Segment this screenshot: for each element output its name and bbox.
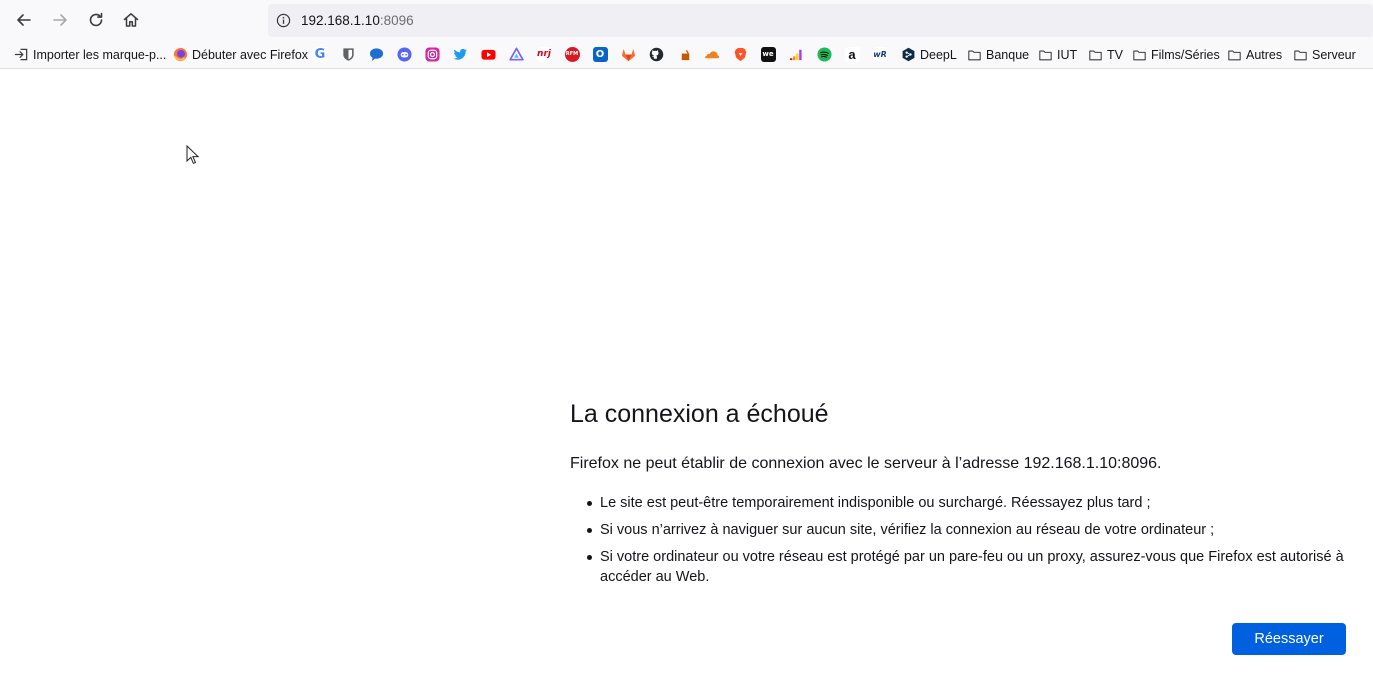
wordreference-icon: wR: [872, 47, 888, 63]
bookmark-gitlab[interactable]: [620, 45, 636, 64]
bookmark-amazon[interactable]: a: [844, 45, 860, 64]
reload-icon: [89, 12, 103, 27]
back-button[interactable]: [10, 6, 38, 34]
cloudflare-icon: [704, 47, 720, 63]
folder-icon: [1087, 47, 1103, 63]
bookmark-label: Banque: [986, 47, 1030, 62]
bookmark-debuter-firefox[interactable]: Débuter avec Firefox: [172, 45, 308, 64]
bookmark-label: TV: [1107, 47, 1123, 62]
bookmark-nrj[interactable]: nrj: [536, 45, 552, 64]
home-button[interactable]: [117, 6, 145, 34]
triangle-app-icon: [508, 47, 524, 63]
folder-icon: [1131, 47, 1147, 63]
reload-button[interactable]: [82, 6, 110, 34]
forward-button[interactable]: [46, 6, 74, 34]
bookmark-google[interactable]: G: [312, 45, 328, 64]
error-title: La connexion a échoué: [570, 400, 829, 428]
bookmark-label: DeepL: [920, 47, 957, 62]
youtube-icon: [480, 47, 496, 63]
folder-icon: [1226, 47, 1242, 63]
bookmark-label: IUT: [1057, 47, 1078, 62]
cup-icon: [677, 47, 693, 63]
bookmark-deepl[interactable]: DeepL: [900, 45, 957, 64]
rfm-icon: RFM: [564, 47, 580, 63]
wetransfer-icon: we: [760, 47, 776, 63]
mouse-cursor-icon: [186, 144, 200, 170]
bookmark-spotify[interactable]: [816, 45, 832, 64]
bookmark-discord[interactable]: [396, 45, 412, 64]
folder-icon: [1292, 47, 1308, 63]
url-port: :8096: [379, 13, 414, 28]
bookmark-folder-tv[interactable]: TV: [1087, 45, 1123, 64]
bookmark-folder-autres[interactable]: Autres: [1226, 45, 1282, 64]
bookmark-import[interactable]: Importer les marque-p...: [13, 45, 166, 64]
google-icon: G: [312, 47, 328, 63]
error-description: Firefox ne peut établir de connexion ave…: [570, 455, 1162, 472]
bookmark-youtube[interactable]: [480, 45, 496, 64]
twitter-icon: [452, 47, 468, 63]
bitwarden-icon: [340, 47, 356, 63]
home-icon: [123, 13, 139, 27]
bookmarks-toolbar: Importer les marque-p... Débuter avec Fi…: [0, 40, 1373, 69]
bookmark-wetransfer[interactable]: we: [760, 45, 776, 64]
folder-icon: [1037, 47, 1053, 63]
url-host: 192.168.1.10: [301, 13, 380, 28]
bookmark-label: Autres: [1246, 47, 1283, 62]
bookmark-chat[interactable]: [368, 45, 384, 64]
address-bar[interactable]: 192.168.1.10:8096: [268, 4, 1373, 37]
error-reasons-list: Le site est peut-être temporairement ind…: [570, 493, 1360, 594]
bookmark-deezer[interactable]: [788, 45, 804, 64]
import-icon: [13, 47, 29, 63]
deezer-icon: [788, 47, 804, 63]
retry-button[interactable]: Réessayer: [1232, 623, 1346, 655]
bookmark-outlook[interactable]: O: [592, 45, 608, 64]
brave-icon: [732, 47, 748, 63]
firefox-icon: [172, 47, 188, 63]
folder-icon: [966, 47, 982, 63]
discord-icon: [396, 47, 412, 63]
bookmark-brave[interactable]: [732, 45, 748, 64]
amazon-icon: a: [844, 47, 860, 63]
bookmark-folder-films-series[interactable]: Films/Séries: [1131, 45, 1220, 64]
info-icon[interactable]: [274, 11, 293, 30]
bookmark-bitwarden[interactable]: [340, 45, 356, 64]
bookmark-folder-serveur[interactable]: Serveur: [1292, 45, 1356, 64]
bookmark-wordreference[interactable]: wR: [872, 45, 888, 64]
back-arrow-icon: [17, 14, 31, 26]
bookmark-label: Débuter avec Firefox: [192, 47, 309, 62]
nrj-icon: nrj: [536, 47, 552, 63]
bookmark-instagram[interactable]: [424, 45, 440, 64]
outlook-icon: O: [592, 47, 608, 63]
chat-icon: [368, 47, 384, 63]
bookmark-cloudflare[interactable]: [704, 45, 720, 64]
forward-arrow-icon: [53, 14, 67, 26]
github-icon: [648, 47, 664, 63]
bookmark-github[interactable]: [648, 45, 664, 64]
bookmark-twitter[interactable]: [452, 45, 468, 64]
deepl-icon: [900, 47, 916, 63]
gitlab-icon: [620, 47, 636, 63]
bookmark-cup[interactable]: [677, 45, 693, 64]
bookmark-folder-banque[interactable]: Banque: [966, 45, 1029, 64]
bookmark-label: Serveur: [1312, 47, 1356, 62]
bookmark-folder-iut[interactable]: IUT: [1037, 45, 1077, 64]
bookmark-label: Films/Séries: [1151, 47, 1220, 62]
list-item: Si vous n’arrivez à naviguer sur aucun s…: [570, 520, 1360, 540]
bookmark-rfm[interactable]: RFM: [564, 45, 580, 64]
list-item: Le site est peut-être temporairement ind…: [570, 493, 1360, 513]
url-text[interactable]: 192.168.1.10:8096: [301, 13, 414, 29]
bookmark-label: Importer les marque-p...: [33, 47, 167, 62]
navigation-toolbar: 192.168.1.10:8096: [0, 0, 1373, 40]
list-item: Si votre ordinateur ou votre réseau est …: [570, 547, 1360, 587]
instagram-icon: [424, 47, 440, 63]
bookmark-triangle-app[interactable]: [508, 45, 524, 64]
spotify-icon: [816, 47, 832, 63]
